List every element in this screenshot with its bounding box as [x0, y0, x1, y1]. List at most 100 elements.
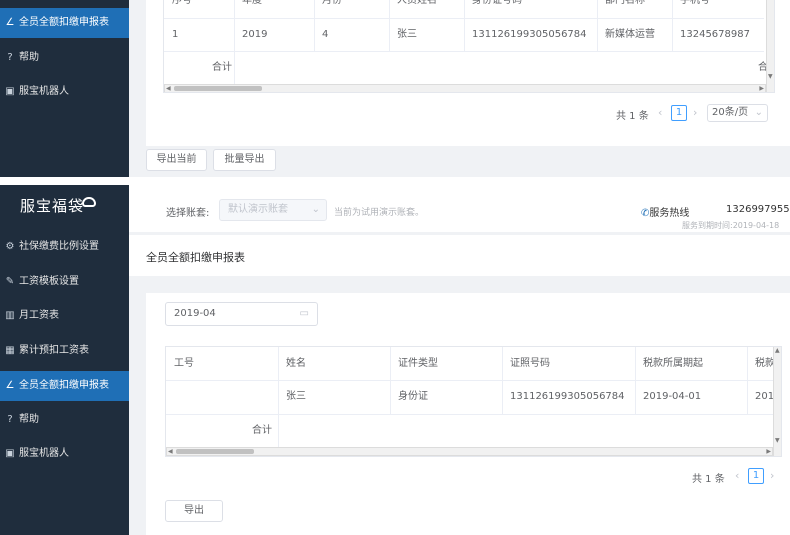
bar-chart-icon: ▥	[5, 310, 15, 321]
page-title-bar: 全员全额扣缴申报表	[129, 235, 790, 276]
vertical-scrollbar[interactable]: ▼	[766, 0, 774, 92]
hotline-number: 13269979558	[726, 204, 790, 215]
pagination-total: 共 1 条	[692, 474, 725, 485]
table-header-cell: 部门名称	[605, 0, 645, 6]
table-header-cell: 工号	[174, 358, 194, 369]
sidebar-item-label: 社保缴费比例设置	[19, 241, 99, 252]
grid-icon: ▦	[5, 345, 15, 356]
top-panel: ∠ 全员全额扣缴申报表 ? 帮助 ▣ 服宝机器人 序号 年度 月份 人员姓名 身份证号…	[0, 0, 790, 177]
page-number-current[interactable]: 1	[748, 468, 764, 484]
bottom-sidebar: 服宝福袋 ⚙ 社保缴费比例设置 ✎ 工资模板设置 ▥ 月工资表 ▦ 累计预扣工资表 ∠ 全…	[0, 185, 129, 535]
table-cell: 13245678987	[680, 29, 750, 40]
scroll-up-icon[interactable]: ▲	[775, 347, 780, 355]
page-title: 全员全额扣缴申报表	[146, 251, 245, 264]
table-header-cell: 年度	[242, 0, 262, 6]
hotline: ✆服务热线	[641, 204, 689, 219]
scroll-right-icon[interactable]: ▶	[759, 85, 764, 92]
sidebar-item-monthly-salary[interactable]: ▥ 月工资表	[0, 301, 129, 331]
bottom-panel: 服宝福袋 ⚙ 社保缴费比例设置 ✎ 工资模板设置 ▥ 月工资表 ▦ 累计预扣工资表 ∠ 全…	[0, 185, 790, 535]
sidebar-item-help[interactable]: ? 帮助	[0, 405, 129, 435]
robot-icon: ▣	[5, 86, 15, 97]
chevron-down-icon: ⌄	[754, 107, 763, 118]
page-number-current[interactable]: 1	[671, 105, 687, 121]
horizontal-scrollbar[interactable]: ◀ ▶	[166, 447, 773, 456]
table-cell: 4	[322, 29, 329, 40]
account-select-value: 默认演示账套	[228, 204, 288, 215]
top-sidebar-item-help[interactable]: ? 帮助	[0, 43, 129, 73]
sidebar-item-label: 工资模板设置	[19, 276, 79, 287]
account-hint: 当前为试用演示账套。	[334, 208, 425, 218]
account-label: 选择账套:	[166, 208, 210, 219]
pagination-total: 共 1 条	[616, 111, 649, 122]
logo-text: 服宝福袋	[20, 197, 85, 215]
sidebar-item-label: 全员全额扣缴申报表	[19, 17, 109, 28]
table-total-label: 合计	[212, 62, 232, 73]
main-content-card: 2019-04 ▭ 工号 姓名 证件类型 证照号码 税款所属期起 税款 张三 身…	[146, 293, 790, 535]
prev-page-icon[interactable]: ‹	[658, 106, 662, 119]
next-page-icon[interactable]: ›	[770, 469, 774, 482]
withholding-table: 工号 姓名 证件类型 证照号码 税款所属期起 税款 张三 身份证 1311261…	[165, 346, 782, 457]
sidebar-item-social-insurance[interactable]: ⚙ 社保缴费比例设置	[0, 232, 129, 262]
account-select[interactable]: 默认演示账套 ⌄	[219, 199, 327, 221]
sidebar-item-label: 月工资表	[19, 310, 59, 321]
scroll-left-icon[interactable]: ◀	[168, 448, 173, 456]
table-cell: 131126199305056784	[472, 29, 587, 40]
chart-line-icon: ∠	[5, 17, 15, 28]
table-cell: 身份证	[398, 391, 428, 402]
table-cell: 新媒体运营	[605, 29, 655, 40]
calendar-icon: ▭	[299, 308, 309, 319]
chevron-down-icon: ⌄	[311, 204, 320, 215]
prev-page-icon[interactable]: ‹	[735, 469, 739, 482]
table-header-cell: 姓名	[286, 358, 306, 369]
top-content-card: 序号 年度 月份 人员姓名 身份证号码 部门名称 手机号 1 2019 4 张三…	[146, 0, 790, 146]
export-button[interactable]: 导出	[165, 500, 223, 522]
page-size-select[interactable]: 20条/页 ⌄	[707, 104, 768, 122]
chart-line-icon: ∠	[5, 380, 15, 391]
table-cell: 2019-04-01	[643, 391, 702, 402]
sidebar-item-label: 全员全额扣缴申报表	[19, 380, 109, 391]
question-icon: ?	[7, 414, 13, 425]
scroll-down-icon[interactable]: ▼	[775, 437, 780, 445]
top-sidebar-item-withholding-report[interactable]: ∠ 全员全额扣缴申报表	[0, 8, 129, 38]
top-header-bar: 选择账套: 默认演示账套 ⌄ 当前为试用演示账套。 ✆服务热线 13269979…	[129, 185, 790, 232]
question-icon: ?	[7, 52, 13, 63]
edit-icon: ✎	[5, 276, 15, 287]
sidebar-item-robot[interactable]: ▣ 服宝机器人	[0, 439, 129, 469]
sidebar-item-withholding-report[interactable]: ∠ 全员全额扣缴申报表	[0, 371, 129, 401]
scroll-right-icon[interactable]: ▶	[766, 448, 771, 456]
table-header-cell: 税款	[755, 358, 775, 369]
brand-logo: 服宝福袋	[0, 185, 129, 228]
next-page-icon[interactable]: ›	[693, 106, 697, 119]
table-cell: 张三	[397, 29, 417, 40]
month-picker[interactable]: 2019-04 ▭	[165, 302, 318, 326]
table-header-cell: 证照号码	[510, 358, 550, 369]
scroll-down-icon[interactable]: ▼	[768, 73, 773, 81]
sidebar-item-label: 服宝机器人	[19, 86, 69, 97]
sidebar-item-label: 累计预扣工资表	[19, 345, 89, 356]
scrollbar-thumb[interactable]	[176, 449, 254, 454]
table-header-cell: 税款所属期起	[643, 358, 703, 369]
scroll-left-icon[interactable]: ◀	[166, 85, 171, 92]
table-cell: 张三	[286, 391, 306, 402]
table-cell: 131126199305056784	[510, 391, 625, 402]
top-data-table: 序号 年度 月份 人员姓名 身份证号码 部门名称 手机号 1 2019 4 张三…	[163, 0, 775, 93]
table-cell: 2019	[242, 29, 268, 40]
export-current-button[interactable]: 导出当前	[146, 149, 207, 171]
sidebar-item-label: 帮助	[19, 52, 39, 63]
top-sidebar-item-robot[interactable]: ▣ 服宝机器人	[0, 77, 129, 107]
table-cell: 1	[172, 29, 179, 40]
table-header-cell: 身份证号码	[472, 0, 522, 6]
table-total-label: 合计	[252, 425, 272, 436]
horizontal-scrollbar[interactable]: ◀ ▶	[164, 84, 766, 92]
robot-icon: ▣	[5, 448, 15, 459]
hotline-label: 服务热线	[649, 208, 690, 219]
sidebar-item-salary-template[interactable]: ✎ 工资模板设置	[0, 267, 129, 297]
scrollbar-thumb[interactable]	[174, 86, 262, 91]
table-header-cell: 月份	[322, 0, 342, 6]
sidebar-item-cumulative-withholding[interactable]: ▦ 累计预扣工资表	[0, 336, 129, 366]
batch-export-button[interactable]: 批量导出	[213, 149, 276, 171]
month-picker-value: 2019-04	[174, 308, 216, 319]
cloud-icon	[82, 197, 96, 207]
table-header-cell: 手机号	[680, 0, 710, 6]
vertical-scrollbar[interactable]: ▲ ▼	[773, 347, 781, 456]
